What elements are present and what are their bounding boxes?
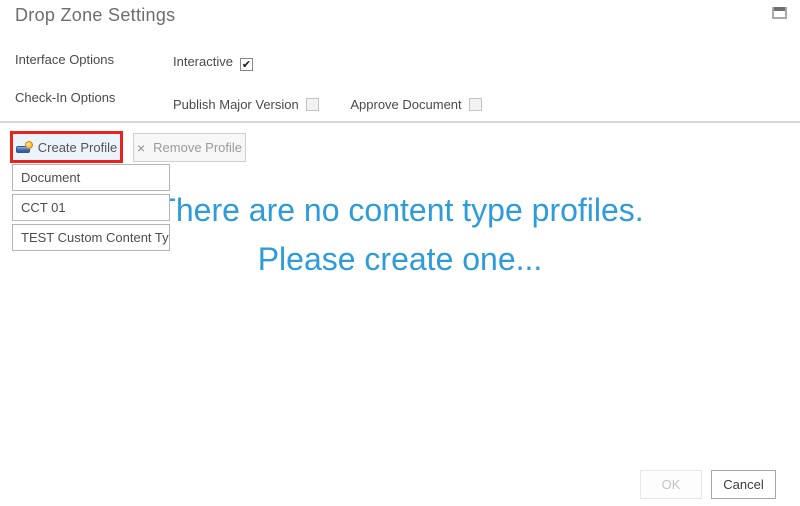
- dropdown-item-test-custom-content-type[interactable]: TEST Custom Content Type: [12, 224, 170, 251]
- page-title: Drop Zone Settings: [15, 5, 175, 26]
- remove-profile-label: Remove Profile: [153, 140, 242, 155]
- check-icon: ✔: [242, 59, 251, 71]
- interactive-field: Interactive ✔: [173, 54, 253, 71]
- remove-icon: ×: [137, 140, 145, 156]
- interactive-label: Interactive: [173, 54, 233, 69]
- ok-button[interactable]: OK: [640, 470, 702, 499]
- ok-button-label: OK: [662, 477, 681, 492]
- dropdown-item-cct-01[interactable]: CCT 01: [12, 194, 170, 221]
- drop-zone-settings-dialog: Drop Zone Settings Interface Options Int…: [0, 0, 800, 506]
- checkin-options-label: Check-In Options: [15, 90, 115, 105]
- cancel-button-label: Cancel: [723, 477, 763, 492]
- create-profile-button[interactable]: Create Profile: [10, 131, 123, 163]
- approve-document-field: Approve Document: [350, 97, 481, 112]
- dropdown-item-document[interactable]: Document: [12, 164, 170, 191]
- create-profile-label: Create Profile: [38, 140, 117, 155]
- interactive-checkbox[interactable]: ✔: [240, 58, 253, 71]
- cancel-button[interactable]: Cancel: [711, 470, 776, 499]
- remove-profile-button[interactable]: × Remove Profile: [133, 133, 246, 162]
- approve-document-label: Approve Document: [350, 97, 461, 112]
- interface-options-label: Interface Options: [15, 52, 114, 67]
- publish-major-version-checkbox[interactable]: [306, 98, 319, 111]
- content-type-dropdown: Document CCT 01 TEST Custom Content Type: [12, 164, 170, 254]
- approve-document-checkbox[interactable]: [469, 98, 482, 111]
- maximize-icon[interactable]: [772, 7, 787, 19]
- create-profile-icon: [16, 141, 33, 154]
- publish-major-version-field: Publish Major Version: [173, 97, 319, 112]
- section-divider: [0, 121, 800, 123]
- publish-major-version-label: Publish Major Version: [173, 97, 299, 112]
